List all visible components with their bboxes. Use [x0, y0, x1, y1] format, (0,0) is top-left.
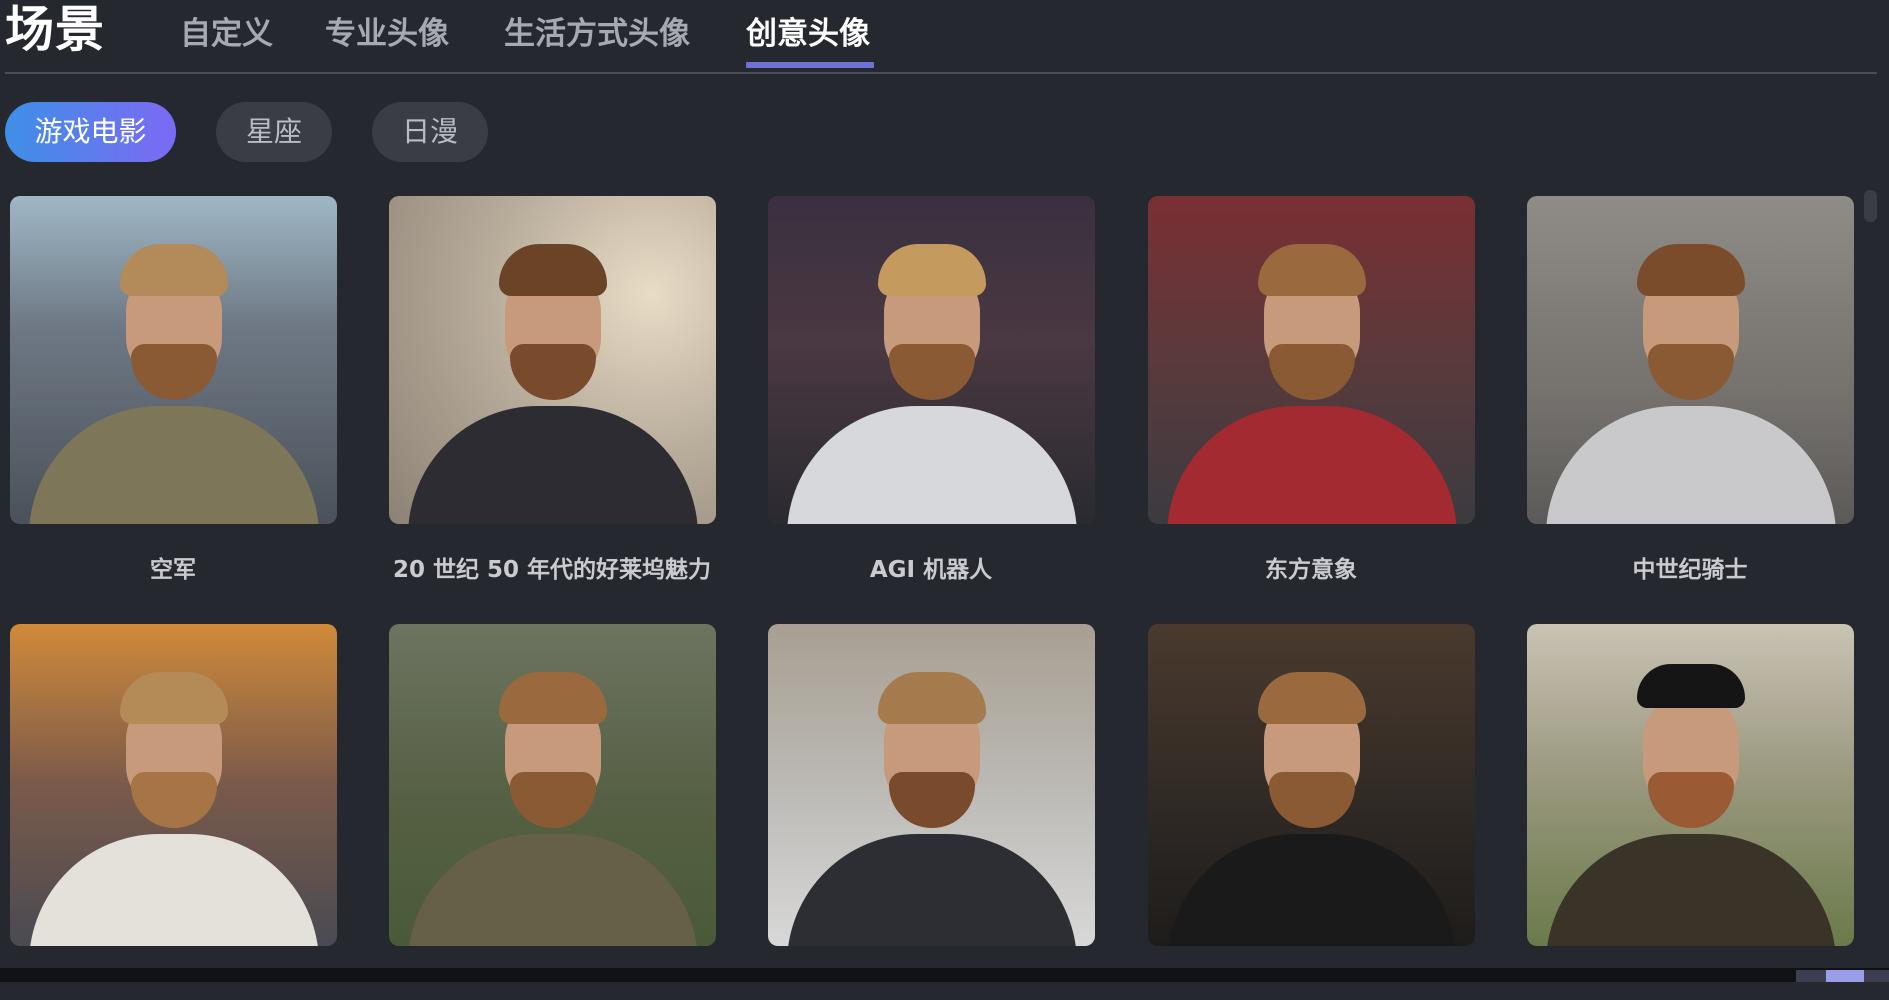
scene-card-forest-soldier[interactable] — [389, 624, 716, 946]
page-title: 场景 — [5, 1, 106, 58]
tab-professional-avatar[interactable]: 专业头像 — [325, 8, 449, 53]
scene-card-dark-cloak[interactable] — [1148, 624, 1475, 946]
scene-caption-oriental-imagery: 东方意象 — [1265, 557, 1357, 583]
scene-caption-hollywood-glamour: 20 世纪 50 年代的好莱坞魅力 — [392, 557, 712, 583]
tab-creative-avatar[interactable]: 创意头像 — [746, 8, 870, 53]
filter-chip-zodiac[interactable]: 星座 — [216, 102, 332, 162]
scene-caption-agi-robot: AGI 机器人 — [869, 557, 993, 583]
scene-card-air-force[interactable] — [10, 196, 337, 524]
vertical-scrollbar[interactable] — [1864, 190, 1877, 222]
header-divider — [5, 72, 1877, 74]
tab-lifestyle-avatar[interactable]: 生活方式头像 — [504, 8, 690, 53]
scene-caption-medieval-knight: 中世纪骑士 — [1632, 557, 1748, 583]
scene-caption-air-force: 空军 — [150, 557, 196, 583]
scene-card-dragon-warrior[interactable] — [10, 624, 337, 946]
scene-card-medieval-knight[interactable] — [1527, 196, 1854, 524]
active-tab-indicator — [746, 62, 874, 68]
scene-card-oriental-imagery[interactable] — [1148, 196, 1475, 524]
horizontal-scrollbar-thumb[interactable] — [1826, 970, 1864, 982]
scene-card-car-driver[interactable] — [768, 624, 1095, 946]
scene-card-agi-robot[interactable] — [768, 196, 1095, 524]
bottom-bar — [0, 968, 1889, 982]
scene-card-hollywood-glamour[interactable] — [389, 196, 716, 524]
tab-custom[interactable]: 自定义 — [180, 8, 273, 53]
filter-chip-game-movie[interactable]: 游戏电影 — [5, 102, 176, 162]
scene-card-castle-noble[interactable] — [1527, 624, 1854, 946]
filter-chip-anime[interactable]: 日漫 — [372, 102, 488, 162]
